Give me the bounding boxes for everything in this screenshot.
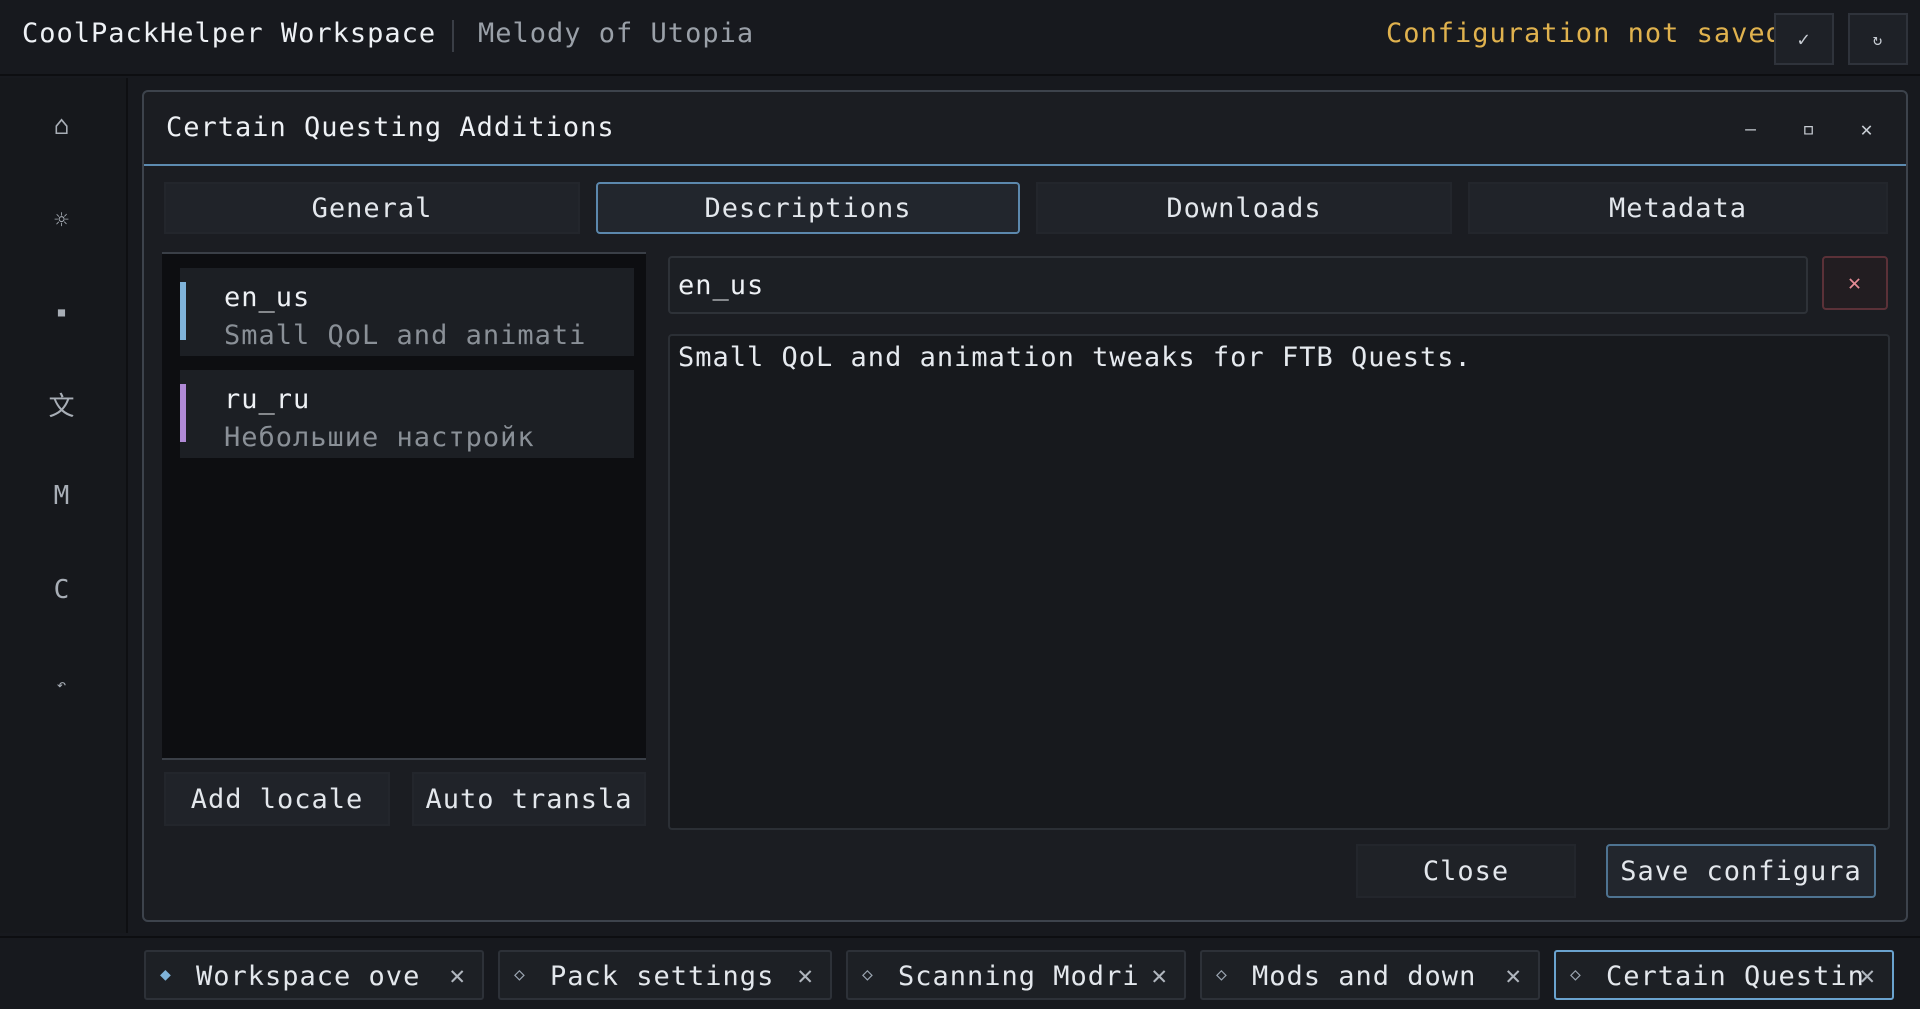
- save-configuration-button[interactable]: Save configura: [1606, 844, 1876, 898]
- description-text: Small QoL and animation tweaks for FTB Q…: [678, 342, 1472, 373]
- bottom-tab-label: Mods and down: [1252, 961, 1477, 992]
- diamond-icon: ◇: [1570, 964, 1582, 985]
- close-tab-icon[interactable]: ✕: [797, 961, 814, 991]
- checkmark-icon: ✓: [1797, 27, 1811, 51]
- workspace-name: Melody of Utopia: [478, 18, 755, 49]
- top-bar: CoolPackHelper Workspace Melody of Utopi…: [0, 0, 1920, 76]
- button-label: Save configura: [1620, 855, 1862, 887]
- bottom-tab-mods-and-downloads[interactable]: ◇ Mods and down ✕: [1200, 950, 1540, 1000]
- sidebar-item-settings[interactable]: ☼: [42, 200, 82, 240]
- add-locale-button[interactable]: Add locale: [164, 772, 390, 826]
- save-status: Configuration not saved: [1386, 18, 1783, 49]
- translate-icon: 文: [48, 391, 76, 422]
- locale-code: en_us: [224, 282, 311, 313]
- bottom-tab-label: Workspace ove: [196, 961, 421, 992]
- bottom-tab-workspace-overview[interactable]: ◆ Workspace ove ✕: [144, 950, 484, 1000]
- close-button[interactable]: Close: [1356, 844, 1576, 898]
- remove-locale-button[interactable]: ✕: [1822, 256, 1888, 310]
- maximize-icon: ▫: [1801, 116, 1817, 142]
- locale-code: ru_ru: [224, 384, 311, 415]
- locale-color-bar: [180, 282, 186, 340]
- back-icon: ↶: [56, 674, 68, 694]
- reload-button[interactable]: ↻: [1848, 13, 1908, 65]
- locale-description-preview: Небольшие настройк: [224, 422, 535, 453]
- description-textarea[interactable]: Small QoL and animation tweaks for FTB Q…: [668, 334, 1890, 830]
- close-tab-icon[interactable]: ✕: [1859, 961, 1876, 991]
- sidebar-item-home[interactable]: ⌂: [42, 106, 82, 146]
- bottom-tab-scanning-modrinth[interactable]: ◇ Scanning Modri ✕: [846, 950, 1186, 1000]
- locale-list: en_us Small QoL and animati ru_ru Неболь…: [162, 252, 646, 760]
- minimize-button[interactable]: —: [1734, 112, 1768, 146]
- tab-downloads[interactable]: Downloads: [1036, 182, 1452, 234]
- bottom-tab-label: Pack settings: [550, 961, 775, 992]
- bottom-tab-bar: ◆ Workspace ove ✕ ◇ Pack settings ✕ ◇ Sc…: [0, 936, 1920, 1009]
- save-confirm-button[interactable]: ✓: [1774, 13, 1834, 65]
- tab-label: Downloads: [1166, 192, 1322, 224]
- app-title: CoolPackHelper Workspace: [22, 18, 437, 49]
- locale-color-bar: [180, 384, 186, 442]
- refresh-icon: ↻: [1872, 29, 1884, 49]
- close-tab-icon[interactable]: ✕: [1505, 961, 1522, 991]
- button-label: Auto transla: [425, 783, 633, 815]
- mods-icon: ■: [57, 305, 67, 319]
- diamond-icon: ◇: [862, 964, 874, 985]
- diamond-icon: ◇: [514, 964, 526, 985]
- button-label: Add locale: [190, 783, 364, 815]
- button-label: Close: [1422, 855, 1510, 887]
- tab-label: General: [311, 192, 433, 224]
- diamond-filled-icon: ◆: [160, 964, 172, 985]
- home-icon: ⌂: [53, 111, 71, 141]
- locale-code-input[interactable]: en_us: [668, 256, 1808, 314]
- sidebar-item-translate[interactable]: 文: [42, 384, 82, 424]
- sidebar-item-mods[interactable]: ■: [42, 292, 82, 332]
- auto-translate-button[interactable]: Auto transla: [412, 772, 646, 826]
- tab-general[interactable]: General: [164, 182, 580, 234]
- dialog-titlebar: Certain Questing Additions — ▫ ✕: [144, 92, 1906, 166]
- mod-config-dialog: Certain Questing Additions — ▫ ✕ General…: [142, 90, 1908, 922]
- close-tab-icon[interactable]: ✕: [1151, 961, 1168, 991]
- diamond-icon: ◇: [1216, 964, 1228, 985]
- tab-metadata[interactable]: Metadata: [1468, 182, 1888, 234]
- bottom-tab-label: Certain Questin: [1606, 961, 1865, 992]
- dialog-title: Certain Questing Additions: [166, 112, 615, 143]
- curseforge-icon: C: [53, 575, 71, 605]
- maximize-button[interactable]: ▫: [1792, 112, 1826, 146]
- close-tab-icon[interactable]: ✕: [449, 961, 466, 991]
- settings-icon: ☼: [54, 206, 70, 234]
- tab-label: Metadata: [1608, 192, 1748, 224]
- sidebar-item-back[interactable]: ↶: [42, 664, 82, 704]
- locale-code-value: en_us: [678, 270, 765, 301]
- tab-label: Descriptions: [704, 192, 912, 224]
- locale-description-preview: Small QoL and animati: [224, 320, 587, 351]
- tab-descriptions[interactable]: Descriptions: [596, 182, 1020, 234]
- bottom-tab-label: Scanning Modri: [898, 961, 1140, 992]
- close-icon: ✕: [1847, 270, 1863, 296]
- title-separator: [452, 20, 454, 52]
- locale-item-en-us[interactable]: en_us Small QoL and animati: [180, 268, 634, 356]
- sidebar-item-curseforge[interactable]: C: [42, 570, 82, 610]
- modrinth-icon: M: [53, 481, 71, 511]
- minimize-icon: —: [1745, 118, 1757, 140]
- bottom-tab-pack-settings[interactable]: ◇ Pack settings ✕: [498, 950, 832, 1000]
- sidebar: ⌂ ☼ ■ 文 M C ↶: [0, 78, 128, 933]
- sidebar-item-modrinth[interactable]: M: [42, 476, 82, 516]
- close-icon: ✕: [1860, 117, 1874, 141]
- bottom-tab-certain-questing[interactable]: ◇ Certain Questin ✕: [1554, 950, 1894, 1000]
- locale-item-ru-ru[interactable]: ru_ru Небольшие настройк: [180, 370, 634, 458]
- close-window-button[interactable]: ✕: [1850, 112, 1884, 146]
